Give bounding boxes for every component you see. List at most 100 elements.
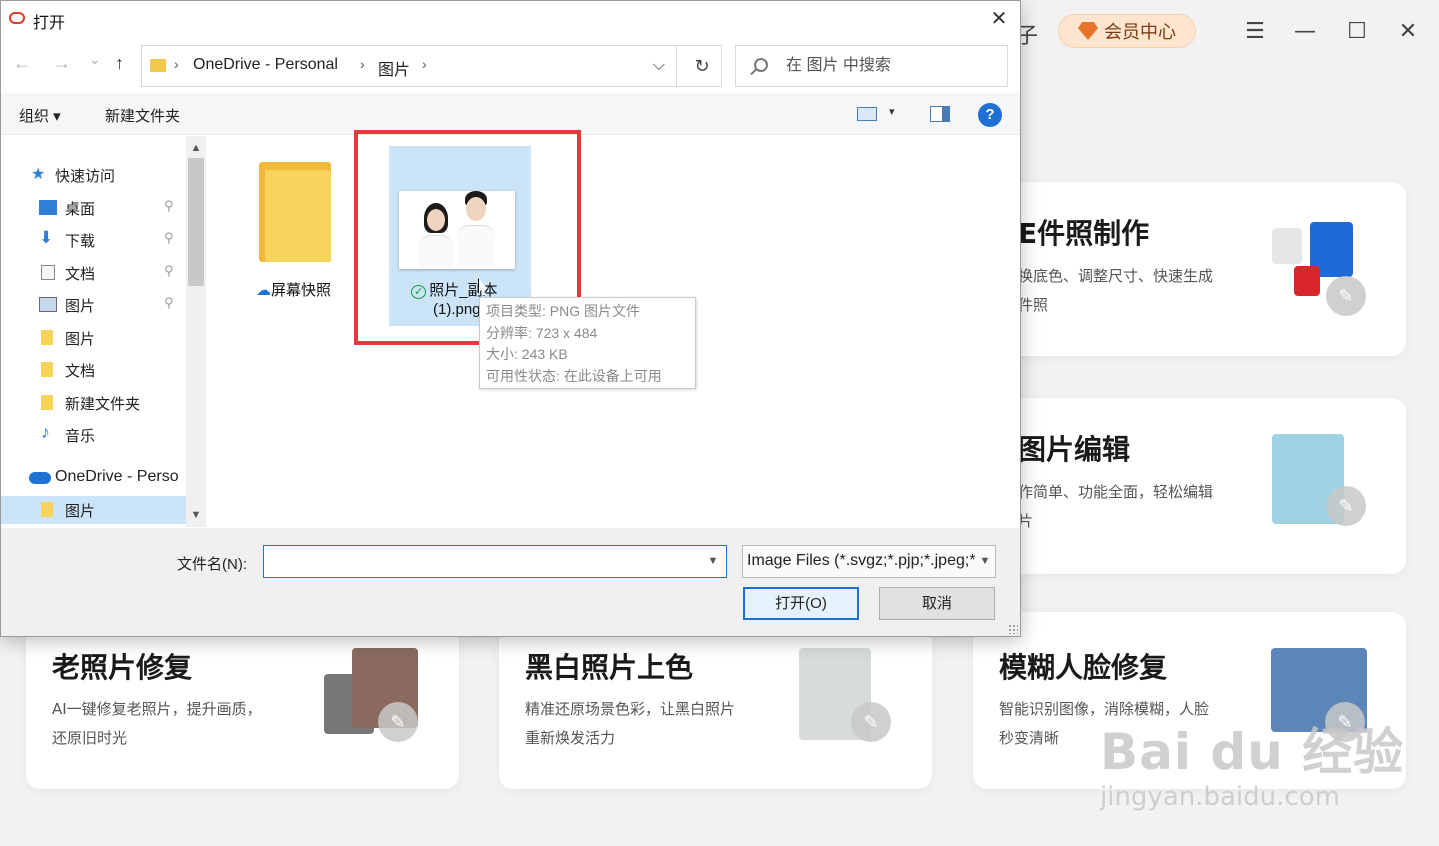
card-desc-line1: 精准还原场景色彩，让黑白照片	[525, 700, 736, 718]
filename-combobox[interactable]: ▼	[263, 545, 727, 578]
card-title: E件照制作	[1018, 217, 1150, 250]
scroll-down-icon[interactable]: ▼	[186, 505, 206, 525]
view-mode-caret-icon[interactable]: ▾	[889, 105, 895, 118]
file-type-select[interactable]: Image Files (*.svgz;*.pjp;*.jpeg;*.jpg) …	[742, 545, 996, 578]
file-open-dialog: 打开 ✕ ← → ⌄ ↑ › OneDrive - Personal › 图片 …	[0, 0, 1021, 637]
sidebar-item-pictures[interactable]: 图片	[1, 324, 186, 352]
sidebar-item-documents-folder[interactable]: 文档	[1, 356, 186, 384]
tooltip-type: 项目类型: PNG 图片文件	[486, 303, 641, 319]
breadcrumb-sep: ›	[360, 56, 365, 72]
id-photo-thumb-red	[1294, 266, 1320, 296]
open-button[interactable]: 打开(O)	[743, 587, 859, 620]
card-title: 老照片修复	[52, 651, 193, 684]
card-desc-line2: 重新焕发活力	[525, 729, 616, 747]
folder-icon	[150, 59, 166, 72]
dialog-titlebar[interactable]: 打开 ✕	[1, 1, 1020, 37]
resize-grip-icon[interactable]	[1008, 624, 1018, 634]
sidebar-item-desktop[interactable]: 桌面 ⚲	[1, 194, 186, 222]
chevron-down-icon: ▼	[975, 546, 995, 577]
vip-center-button[interactable]: 会员中心	[1058, 14, 1196, 48]
help-icon[interactable]: ?	[978, 103, 1002, 127]
address-bar[interactable]: › OneDrive - Personal › 图片 › ⌵ ↻	[141, 45, 722, 87]
sidebar-item-downloads[interactable]: ⬇ 下载 ⚲	[1, 226, 186, 254]
sidebar-item-label: 图片	[65, 331, 96, 348]
sidebar-item-label: 图片	[65, 298, 96, 315]
music-icon: ♪	[41, 422, 50, 442]
image-thumbnail	[399, 191, 515, 269]
sidebar-item-pictures-pinned[interactable]: 图片 ⚲	[1, 291, 186, 319]
sidebar-item-onedrive-pictures[interactable]: 图片	[1, 496, 186, 524]
vip-center-label: 会员中心	[1104, 22, 1176, 43]
preview-pane-icon[interactable]	[930, 106, 950, 122]
document-icon	[41, 265, 55, 280]
up-arrow-icon[interactable]: ↑	[115, 53, 124, 74]
dialog-footer: 文件名(N): ▼ Image Files (*.svgz;*.pjp;*.jp…	[1, 528, 1020, 636]
download-icon: ⬇	[39, 228, 54, 247]
app-close-icon[interactable]: ✕	[1391, 14, 1425, 48]
search-box[interactable]	[735, 45, 1008, 87]
search-input[interactable]	[786, 54, 996, 78]
edit-icon: ✎	[1326, 486, 1366, 526]
app-maximize-icon[interactable]: ☐	[1340, 14, 1374, 48]
sidebar-item-label: OneDrive - Perso	[55, 468, 179, 485]
view-mode-icon[interactable]	[857, 107, 877, 121]
sidebar-item-label: 文档	[65, 363, 96, 380]
organize-menu[interactable]: 组织 ▾	[19, 105, 61, 126]
dialog-toolbar: 组织 ▾ 新建文件夹 ▾ ?	[1, 93, 1020, 135]
sidebar-item-label: 快速访问	[55, 168, 116, 185]
filename-label: 文件名(N):	[177, 556, 247, 573]
scroll-thumb[interactable]	[188, 158, 204, 286]
address-divider	[676, 46, 677, 86]
edit-icon: ✎	[378, 702, 418, 742]
app-minimize-icon[interactable]: —	[1288, 14, 1322, 48]
file-info-tooltip: 项目类型: PNG 图片文件 分辨率: 723 x 484 大小: 243 KB…	[479, 297, 696, 389]
sidebar-item-new-folder[interactable]: 新建文件夹	[1, 389, 186, 417]
man-figure	[457, 191, 495, 269]
filename-input[interactable]	[270, 551, 690, 573]
sidebar-item-documents[interactable]: 文档 ⚲	[1, 259, 186, 287]
folder-icon	[41, 330, 53, 345]
star-icon: ★	[31, 166, 46, 183]
sidebar-item-quick-access[interactable]: ★ 快速访问	[27, 161, 212, 189]
card-desc-line1: 换底色、调整尺寸、快速生成	[1018, 267, 1214, 285]
scroll-up-icon[interactable]: ▲	[186, 138, 206, 158]
folder-icon	[41, 395, 53, 410]
sidebar-scrollbar[interactable]: ▲ ▼	[186, 136, 206, 527]
feature-card-old-photo[interactable]: 老照片修复 AI一键修复老照片，提升画质， 还原旧时光 ✎	[26, 612, 459, 789]
folder-icon	[41, 362, 53, 377]
app-menu-icon[interactable]: ☰	[1238, 14, 1272, 48]
feature-card-image-edit[interactable]: 图片编辑 作简单、功能全面，轻松编辑 片 ✎	[960, 398, 1406, 574]
breadcrumb-onedrive[interactable]: OneDrive - Personal	[193, 56, 338, 74]
sidebar-item-label: 音乐	[65, 428, 96, 445]
cloud-icon	[29, 472, 51, 484]
sidebar-item-onedrive[interactable]: OneDrive - Perso	[27, 464, 212, 492]
feature-card-id-photo[interactable]: E件照制作 换底色、调整尺寸、快速生成 件照 ✎	[960, 182, 1406, 356]
address-dropdown-icon[interactable]: ⌵	[642, 46, 676, 86]
tooltip-resolution: 分辨率: 723 x 484	[486, 324, 598, 341]
desktop-icon	[39, 200, 57, 215]
pin-icon: ⚲	[164, 198, 174, 213]
woman-figure	[419, 195, 453, 269]
card-title: 图片编辑	[1018, 433, 1131, 466]
navigation-pane: ★ 快速访问 桌面 ⚲ ⬇ 下载 ⚲ 文档 ⚲ 图片 ⚲ 图片 文档 新建文件夹…	[1, 136, 206, 527]
folder-icon	[41, 502, 53, 517]
sidebar-item-label: 图片	[65, 503, 96, 520]
sidebar-item-label: 桌面	[65, 201, 96, 218]
back-arrow-icon[interactable]: ←	[13, 53, 31, 74]
vip-gem-icon	[1078, 22, 1098, 40]
dialog-close-icon[interactable]: ✕	[985, 5, 1013, 33]
sidebar-item-label: 文档	[65, 266, 96, 283]
cancel-button[interactable]: 取消	[879, 587, 995, 620]
tooltip-availability: 可用性状态: 在此设备上可用	[486, 367, 662, 384]
refresh-icon[interactable]: ↻	[682, 46, 722, 86]
recent-locations-icon[interactable]: ⌄	[89, 51, 101, 68]
new-folder-button[interactable]: 新建文件夹	[105, 105, 180, 126]
baidu-watermark: Bai du 经验	[1100, 723, 1405, 781]
breadcrumb-pictures[interactable]: 图片	[378, 56, 410, 80]
forward-arrow-icon[interactable]: →	[53, 53, 71, 74]
file-item-label-line2: (1).png	[433, 301, 481, 318]
sidebar-item-music[interactable]: ♪ 音乐	[1, 421, 186, 449]
card-desc-line2: 还原旧时光	[52, 729, 128, 747]
feature-card-colorize[interactable]: 黑白照片上色 精准还原场景色彩，让黑白照片 重新焕发活力 ✎	[499, 612, 932, 789]
chevron-down-icon[interactable]: ▼	[700, 546, 726, 577]
